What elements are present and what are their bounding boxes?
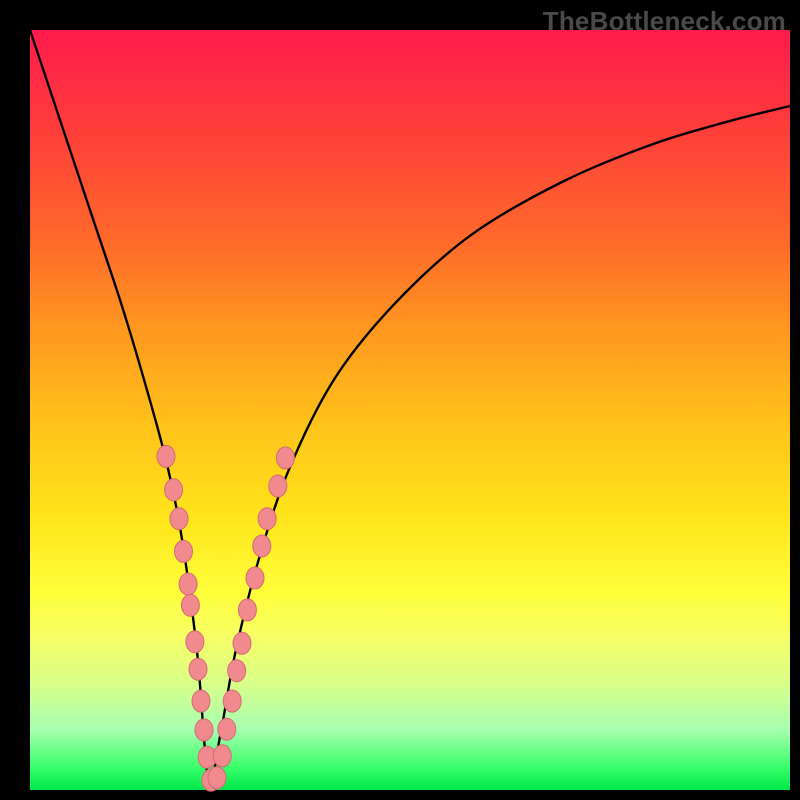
data-marker bbox=[238, 599, 256, 621]
data-marker bbox=[253, 535, 271, 557]
plot-area bbox=[30, 30, 790, 790]
data-marker bbox=[223, 690, 241, 712]
data-marker bbox=[246, 567, 264, 589]
curve-layer bbox=[30, 30, 790, 790]
data-marker bbox=[195, 719, 213, 741]
data-marker bbox=[213, 745, 231, 767]
data-marker bbox=[170, 508, 188, 530]
data-marker bbox=[157, 445, 175, 467]
marker-group bbox=[157, 445, 294, 791]
data-marker bbox=[218, 718, 236, 740]
data-marker bbox=[192, 690, 210, 712]
data-marker bbox=[181, 594, 199, 616]
data-marker bbox=[175, 540, 193, 562]
data-marker bbox=[189, 658, 207, 680]
data-marker bbox=[186, 631, 204, 653]
chart-frame: TheBottleneck.com bbox=[0, 0, 800, 800]
data-marker bbox=[269, 475, 287, 497]
data-marker bbox=[276, 447, 294, 469]
data-marker bbox=[258, 508, 276, 530]
data-marker bbox=[233, 632, 251, 654]
watermark-text: TheBottleneck.com bbox=[543, 6, 786, 37]
data-marker bbox=[208, 767, 226, 789]
bottleneck-curve bbox=[30, 30, 790, 785]
data-marker bbox=[165, 479, 183, 501]
data-marker bbox=[228, 660, 246, 682]
data-marker bbox=[179, 573, 197, 595]
